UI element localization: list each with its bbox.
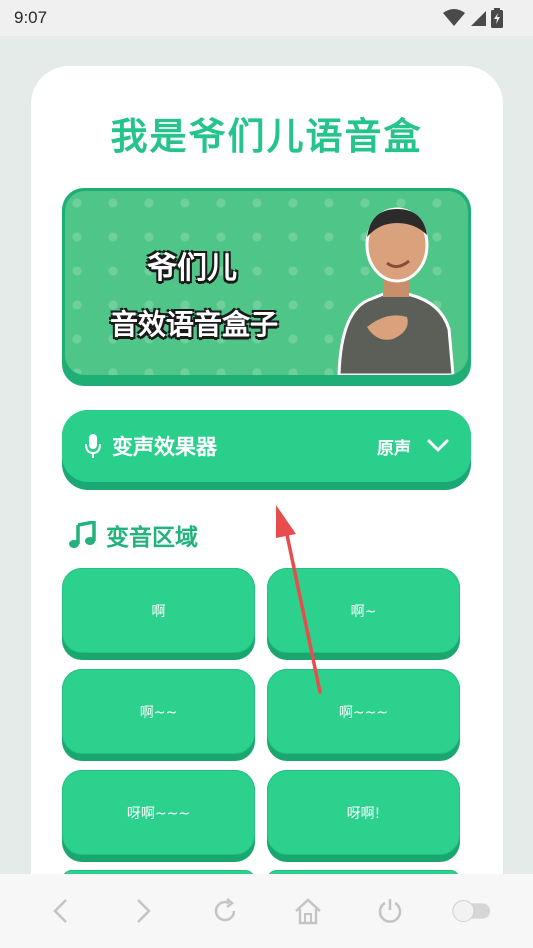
status-bar: 9:07: [0, 0, 533, 36]
home-icon[interactable]: [286, 889, 330, 933]
person-illustration: [337, 207, 455, 375]
navigation-bar: [0, 874, 533, 948]
sound-button-label[interactable]: 啊: [62, 568, 255, 653]
sound-button-label[interactable]: 呀啊~~~: [62, 770, 255, 855]
status-time: 9:07: [14, 8, 48, 27]
page-title: 我是爷们儿语音盒: [110, 115, 423, 158]
back-icon[interactable]: [39, 889, 83, 933]
sound-button[interactable]: 啊: [62, 568, 255, 660]
wifi-icon: [443, 9, 465, 26]
battery-icon: [491, 8, 503, 28]
banner-title: 爷们儿: [147, 251, 237, 286]
voice-changer-label: 变声效果器: [112, 435, 217, 459]
banner: 爷们儿 音效语音盒子: [62, 188, 471, 386]
refresh-icon[interactable]: [203, 889, 247, 933]
voice-changer-dropdown[interactable]: 变声效果器 原声: [62, 410, 471, 490]
power-icon[interactable]: [368, 889, 412, 933]
section-header: 变音区域: [68, 518, 198, 552]
toggle-icon[interactable]: [450, 889, 494, 933]
sound-button[interactable]: 啊~~: [62, 669, 255, 761]
forward-icon[interactable]: [121, 889, 165, 933]
chevron-down-icon[interactable]: [427, 439, 449, 453]
sound-button[interactable]: 呀啊~~~: [62, 770, 255, 862]
sound-button-label[interactable]: 啊~~: [62, 669, 255, 754]
banner-image: 爷们儿 音效语音盒子: [65, 191, 468, 375]
microphone-icon: [85, 434, 101, 458]
section-title: 变音区域: [106, 525, 198, 551]
music-note-icon: [69, 521, 96, 548]
sound-button-label[interactable]: 呀啊!: [267, 770, 460, 855]
banner-subtitle: 音效语音盒子: [109, 308, 278, 341]
signal-icon: [471, 11, 486, 26]
sound-button[interactable]: 啊~: [267, 568, 460, 660]
sound-button[interactable]: 呀啊!: [267, 770, 460, 862]
status-icons: [443, 8, 503, 28]
voice-changer-face[interactable]: 变声效果器 原声: [62, 410, 471, 482]
sound-button-label[interactable]: 啊~: [267, 568, 460, 653]
sound-button-label[interactable]: 啊~~~: [267, 669, 460, 754]
voice-changer-value[interactable]: 原声: [377, 434, 411, 459]
sound-button[interactable]: 啊~~~: [267, 669, 460, 761]
